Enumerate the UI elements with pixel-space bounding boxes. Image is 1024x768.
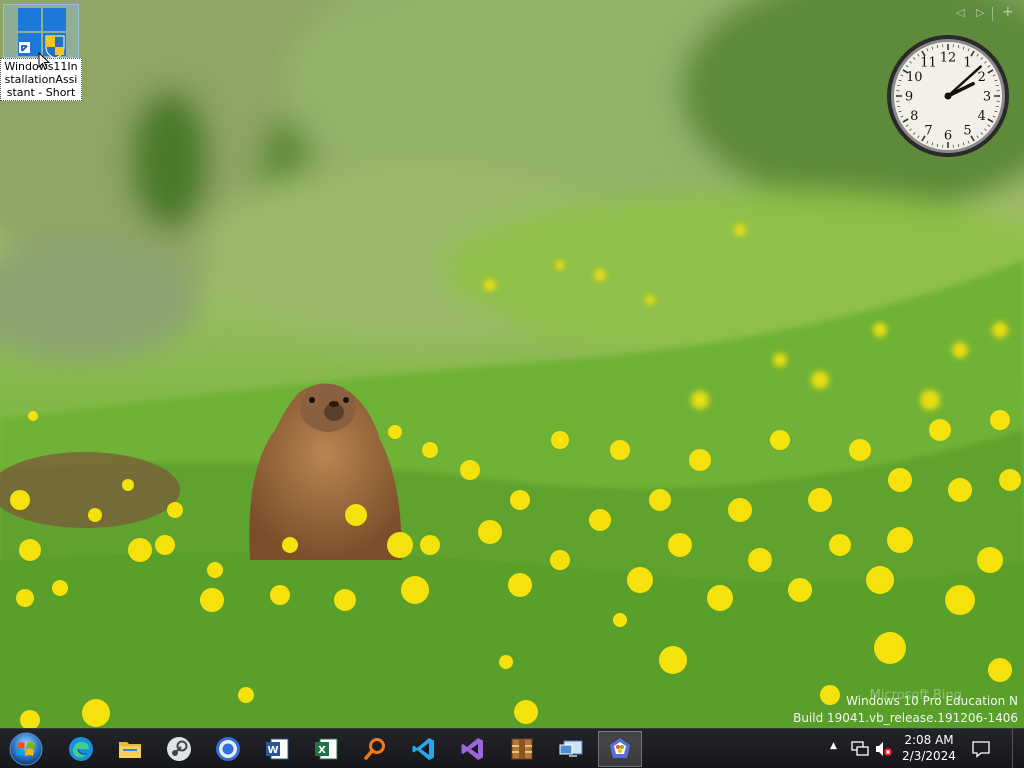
taskbar-clock[interactable]: 2:08 AM 2/3/2024 bbox=[896, 732, 962, 764]
clock-number: 7 bbox=[924, 123, 932, 138]
volume-muted-icon bbox=[876, 742, 892, 756]
clock-number: 9 bbox=[905, 90, 913, 105]
gadget-add-button[interactable]: + bbox=[1002, 4, 1014, 20]
gadget-divider bbox=[992, 7, 993, 21]
tray-chevron-up-icon[interactable]: ▲ bbox=[830, 741, 837, 768]
start-button[interactable] bbox=[6, 731, 46, 767]
taskbar-vscode[interactable] bbox=[402, 731, 446, 767]
analog-clock: 12 12 3 45678 9 1011 bbox=[887, 35, 1009, 157]
notification-icon bbox=[972, 741, 990, 758]
desktop-icon-selection bbox=[3, 4, 79, 59]
taskbar-winrar[interactable] bbox=[500, 731, 544, 767]
clock-number: 2 bbox=[978, 70, 986, 85]
word-icon: W bbox=[266, 738, 289, 760]
taskbar-search-tool[interactable] bbox=[353, 731, 397, 767]
windows-watermark: Microsoft Bing Windows 10 Pro Education … bbox=[793, 688, 1018, 727]
clock-number: 1 bbox=[963, 56, 971, 71]
excel-icon: X bbox=[315, 738, 338, 760]
show-desktop-button[interactable] bbox=[1012, 729, 1024, 768]
clock-gadget[interactable]: 12 1 2 3 4 5 6 7 8 9 10 11 bbox=[885, 33, 1011, 159]
steam-icon bbox=[167, 737, 191, 761]
taskbar-chrome[interactable] bbox=[206, 731, 250, 767]
clock-number: 11 bbox=[920, 56, 937, 71]
taskbar-file-explorer[interactable] bbox=[108, 731, 152, 767]
windows-logo-icon bbox=[18, 8, 66, 59]
clock-number: 8 bbox=[910, 109, 918, 124]
taskbar-excel[interactable]: X bbox=[304, 731, 348, 767]
svg-text:X: X bbox=[318, 745, 326, 756]
paint-app-icon bbox=[610, 738, 630, 758]
desktop-wallpaper bbox=[0, 0, 1024, 728]
wallpaper-image bbox=[0, 0, 1024, 728]
taskbar-remote-desktop[interactable] bbox=[549, 731, 593, 767]
clock-number: 10 bbox=[906, 70, 923, 85]
gadget-prev-button[interactable]: ◁ bbox=[956, 6, 964, 19]
clock-number: 4 bbox=[978, 109, 986, 124]
visual-studio-icon bbox=[461, 738, 483, 760]
winrar-icon bbox=[511, 738, 533, 760]
taskbar-time: 2:08 AM bbox=[904, 733, 954, 747]
network-icon bbox=[851, 741, 869, 756]
remote-desktop-icon bbox=[559, 740, 583, 757]
edge-icon bbox=[69, 737, 93, 761]
taskbar-edge[interactable] bbox=[59, 731, 103, 767]
bing-watermark: Microsoft Bing bbox=[869, 688, 962, 703]
clock-number: 5 bbox=[963, 123, 971, 138]
taskbar-date: 2/3/2024 bbox=[902, 749, 956, 763]
vscode-icon bbox=[412, 738, 434, 760]
taskbar-word[interactable]: W bbox=[255, 731, 299, 767]
file-explorer-icon bbox=[119, 742, 141, 758]
gadget-controls: ◁ ▷ + bbox=[952, 4, 1020, 24]
clock-number: 12 bbox=[940, 51, 957, 66]
taskbar-paint-app[interactable] bbox=[598, 731, 642, 767]
clock-number: 3 bbox=[983, 90, 991, 105]
taskbar-visual-studio[interactable] bbox=[451, 731, 495, 767]
taskbar-steam[interactable] bbox=[157, 731, 201, 767]
watermark-build: Build 19041.vb_release.191206-1406 bbox=[793, 711, 1018, 725]
mouse-cursor-icon bbox=[38, 52, 50, 70]
tray-network[interactable] bbox=[850, 740, 870, 768]
chrome-icon bbox=[216, 737, 240, 761]
action-center-button[interactable] bbox=[971, 740, 991, 768]
svg-text:W: W bbox=[267, 745, 278, 756]
tray-volume[interactable] bbox=[874, 740, 894, 768]
search-tool-icon bbox=[364, 738, 385, 760]
start-orb-icon bbox=[9, 732, 43, 766]
gadget-next-button[interactable]: ▷ bbox=[976, 6, 984, 19]
clock-number: 6 bbox=[944, 129, 952, 144]
taskbar: W X ▲ 2:08 AM 2/3/2024 bbox=[0, 728, 1024, 768]
